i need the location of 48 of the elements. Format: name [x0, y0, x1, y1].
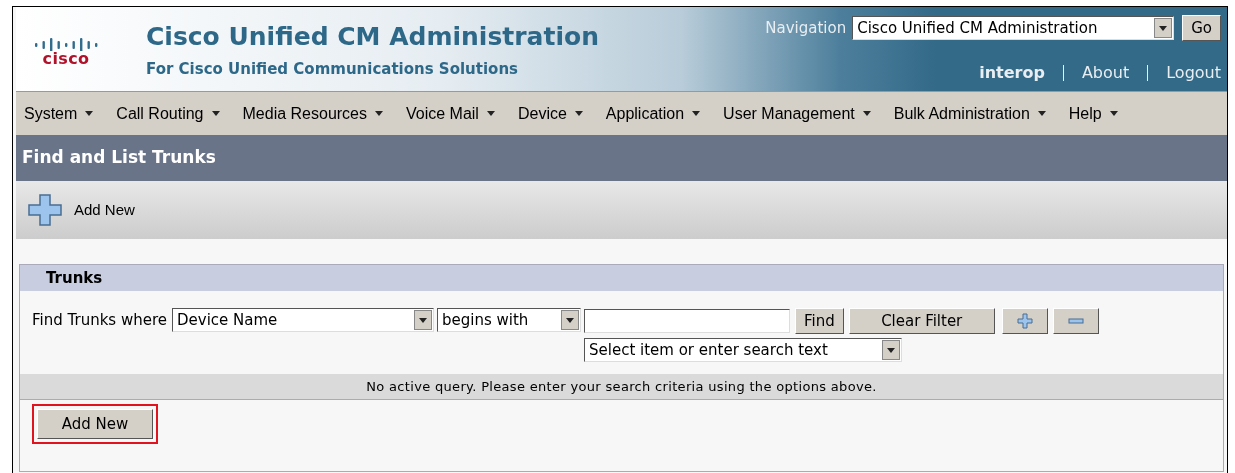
navigation-label: Navigation: [765, 17, 847, 39]
caret-icon: [1159, 25, 1168, 31]
menu-item[interactable]: Media Resources: [242, 101, 383, 126]
menu-item[interactable]: User Management: [723, 101, 871, 126]
panel-title: Trunks: [46, 267, 103, 289]
caret-icon: [1109, 111, 1118, 116]
header-link[interactable]: About: [1081, 61, 1130, 85]
minus-icon: [1067, 318, 1084, 324]
plus-icon: [28, 194, 62, 226]
caret-icon: [419, 317, 427, 323]
caret-icon: [211, 111, 220, 116]
menu-item[interactable]: Device: [517, 101, 583, 126]
go-button[interactable]: Go: [1182, 15, 1221, 41]
caret-icon: [375, 111, 383, 116]
add-new-link[interactable]: Add New: [28, 194, 135, 226]
menu-item[interactable]: System: [24, 101, 94, 126]
add-new-button[interactable]: Add New: [37, 409, 153, 439]
operator-select[interactable]: begins with: [437, 308, 581, 332]
caret-icon: [574, 111, 583, 116]
find-label: Find Trunks where: [32, 309, 167, 331]
caret-icon: [486, 111, 495, 116]
navigation-select[interactable]: Cisco Unified CM Administration: [852, 16, 1175, 40]
menu-item[interactable]: Bulk Administration: [893, 101, 1046, 126]
menu-item[interactable]: Call Routing: [116, 101, 220, 126]
clear-filter-button[interactable]: Clear Filter: [848, 308, 995, 334]
plus-icon: [1016, 313, 1033, 329]
username: interop: [979, 62, 1045, 84]
caret-icon: [887, 347, 895, 353]
search-field[interactable]: [584, 309, 790, 333]
header-link[interactable]: Logout: [1166, 61, 1221, 85]
menu-item[interactable]: Voice Mail: [406, 101, 495, 126]
find-button[interactable]: Find: [795, 308, 844, 334]
menu-item[interactable]: Help: [1068, 101, 1118, 126]
caret-icon: [862, 111, 871, 116]
status-message: No active query. Please enter your search criteria using the options above.: [366, 377, 877, 396]
add-criteria-button[interactable]: [1001, 308, 1048, 334]
caret-icon: [566, 317, 574, 323]
caret-icon: [1037, 111, 1046, 116]
cisco-logo: cisco: [34, 31, 98, 67]
field-select[interactable]: Device Name: [172, 308, 434, 332]
page-title: Find and List Trunks: [22, 146, 216, 170]
menu-item[interactable]: Application: [605, 101, 701, 126]
remove-criteria-button[interactable]: [1052, 308, 1099, 334]
app-subtitle: For Cisco Unified Communications Solutions: [146, 59, 519, 81]
app-title: Cisco Unified CM Administration: [146, 21, 599, 53]
search-select[interactable]: Select item or enter search text: [584, 338, 902, 362]
caret-icon: [85, 111, 94, 116]
caret-icon: [692, 111, 701, 116]
